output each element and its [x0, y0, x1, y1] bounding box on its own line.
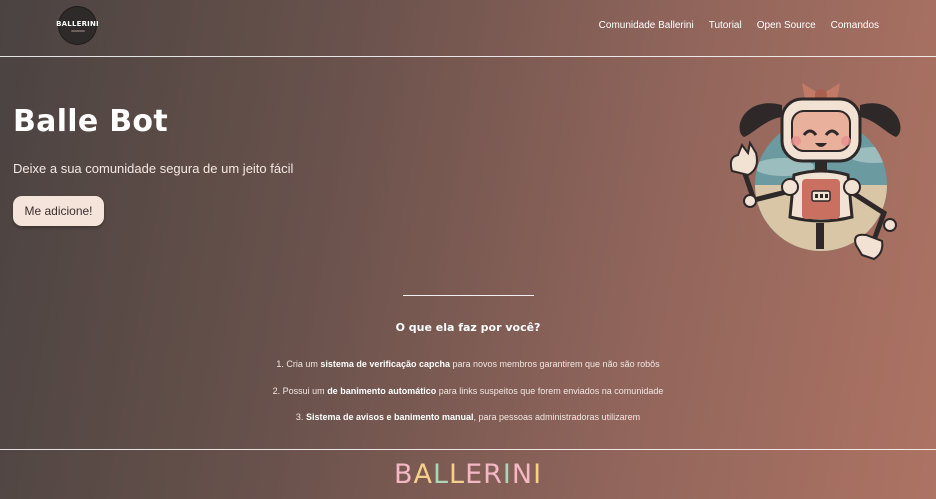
footer-letter: L — [449, 459, 466, 490]
feature-2-bold: de banimento automático — [327, 386, 437, 396]
footer-letter: N — [511, 459, 534, 490]
ballerini-logo-icon[interactable]: BALLERINI — [56, 7, 99, 44]
footer-brand-logo: BALLERINI — [0, 458, 936, 492]
ballerini-robot-mascot-icon — [729, 83, 901, 261]
footer-divider — [0, 449, 936, 450]
feature-3-prefix: 3. — [295, 412, 306, 422]
feature-3-suffix: , para pessoas administradoras utilizare… — [473, 412, 641, 422]
nav-links: Comunidade Ballerini Tutorial Open Sourc… — [599, 20, 879, 31]
nav-link-tutorial[interactable]: Tutorial — [709, 20, 742, 31]
nav-link-comunidade[interactable]: Comunidade Ballerini — [599, 20, 694, 31]
footer-letter: B — [393, 459, 414, 490]
footer-letter: I — [533, 459, 543, 490]
feature-item-3: 3. Sistema de avisos e banimento manual,… — [0, 412, 936, 422]
hero-title: Balle Bot — [13, 104, 168, 139]
feature-1-suffix: para novos membros garantirem que não sã… — [449, 359, 660, 369]
nav-link-open-source[interactable]: Open Source — [757, 20, 816, 31]
features-title: O que ela faz por você? — [395, 321, 541, 334]
footer-letter: R — [483, 459, 503, 490]
feature-2-prefix: 2. Possui um — [272, 386, 328, 396]
feature-1-prefix: 1. Cria um — [276, 359, 321, 369]
feature-item-1: 1. Cria um sistema de verificação capcha… — [0, 359, 936, 369]
logo-underline — [70, 29, 85, 32]
feature-item-2: 2. Possui um de banimento automático par… — [0, 386, 936, 396]
nav-link-comandos[interactable]: Comandos — [831, 20, 879, 31]
hero-subtitle: Deixe a sua comunidade segura de um jeit… — [13, 161, 294, 176]
header-divider — [0, 56, 936, 57]
section-divider — [403, 295, 534, 296]
add-bot-button[interactable]: Me adicione! — [13, 196, 104, 226]
feature-1-bold: sistema de verificação capcha — [320, 359, 450, 369]
top-navbar: BALLERINI Comunidade Ballerini Tutorial … — [0, 0, 936, 56]
feature-2-suffix: para links suspeitos que forem enviados … — [436, 386, 664, 396]
feature-3-bold: Sistema de avisos e banimento manual — [305, 412, 474, 422]
logo-text: BALLERINI — [56, 19, 99, 28]
footer-letter: L — [432, 459, 450, 490]
footer-letter: A — [413, 459, 433, 490]
footer-letter: E — [465, 459, 484, 490]
footer-letter: I — [502, 459, 512, 490]
